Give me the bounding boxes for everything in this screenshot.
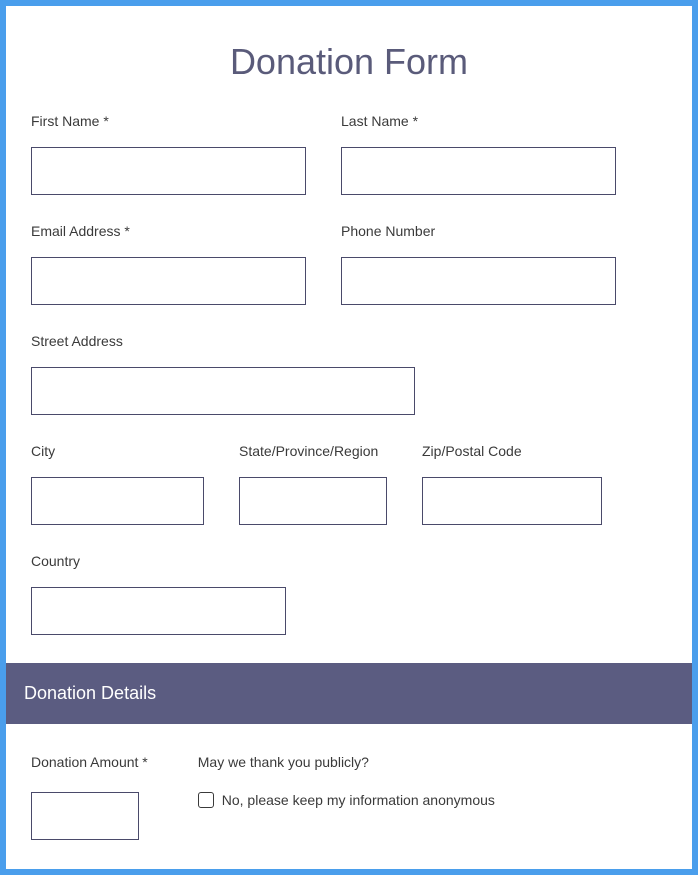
first-name-input[interactable] bbox=[31, 147, 306, 195]
field-state: State/Province/Region bbox=[239, 443, 387, 525]
street-input[interactable] bbox=[31, 367, 415, 415]
city-label: City bbox=[31, 443, 204, 459]
field-phone: Phone Number bbox=[341, 223, 616, 305]
form-body: First Name * Last Name * Email Address *… bbox=[6, 113, 692, 635]
anonymous-checkbox[interactable] bbox=[198, 792, 214, 808]
section-donation-details: Donation Details bbox=[6, 663, 692, 724]
zip-label: Zip/Postal Code bbox=[422, 443, 602, 459]
row-street: Street Address bbox=[31, 333, 667, 415]
donation-amount-input[interactable] bbox=[31, 792, 139, 840]
row-city-state-zip: City State/Province/Region Zip/Postal Co… bbox=[31, 443, 667, 525]
street-label: Street Address bbox=[31, 333, 415, 349]
state-input[interactable] bbox=[239, 477, 387, 525]
row-contact: Email Address * Phone Number bbox=[31, 223, 667, 305]
phone-label: Phone Number bbox=[341, 223, 616, 239]
field-email: Email Address * bbox=[31, 223, 306, 305]
field-thank-public: May we thank you publicly? No, please ke… bbox=[198, 754, 667, 840]
field-street: Street Address bbox=[31, 333, 415, 415]
anonymous-option: No, please keep my information anonymous bbox=[198, 792, 667, 808]
email-input[interactable] bbox=[31, 257, 306, 305]
thank-question: May we thank you publicly? bbox=[198, 754, 667, 770]
field-zip: Zip/Postal Code bbox=[422, 443, 602, 525]
country-label: Country bbox=[31, 553, 286, 569]
first-name-label: First Name * bbox=[31, 113, 306, 129]
anonymous-label[interactable]: No, please keep my information anonymous bbox=[222, 792, 495, 808]
last-name-input[interactable] bbox=[341, 147, 616, 195]
field-donation-amount: Donation Amount * bbox=[31, 754, 148, 840]
phone-input[interactable] bbox=[341, 257, 616, 305]
email-label: Email Address * bbox=[31, 223, 306, 239]
state-label: State/Province/Region bbox=[239, 443, 387, 459]
field-country: Country bbox=[31, 553, 286, 635]
country-input[interactable] bbox=[31, 587, 286, 635]
zip-input[interactable] bbox=[422, 477, 602, 525]
row-name: First Name * Last Name * bbox=[31, 113, 667, 195]
field-first-name: First Name * bbox=[31, 113, 306, 195]
form-frame: Donation Form First Name * Last Name * E… bbox=[0, 0, 698, 875]
city-input[interactable] bbox=[31, 477, 204, 525]
row-donation: Donation Amount * May we thank you publi… bbox=[6, 754, 692, 840]
page-title: Donation Form bbox=[6, 6, 692, 113]
field-last-name: Last Name * bbox=[341, 113, 616, 195]
last-name-label: Last Name * bbox=[341, 113, 616, 129]
donation-amount-label: Donation Amount * bbox=[31, 754, 148, 770]
field-city: City bbox=[31, 443, 204, 525]
row-country: Country bbox=[31, 553, 667, 635]
